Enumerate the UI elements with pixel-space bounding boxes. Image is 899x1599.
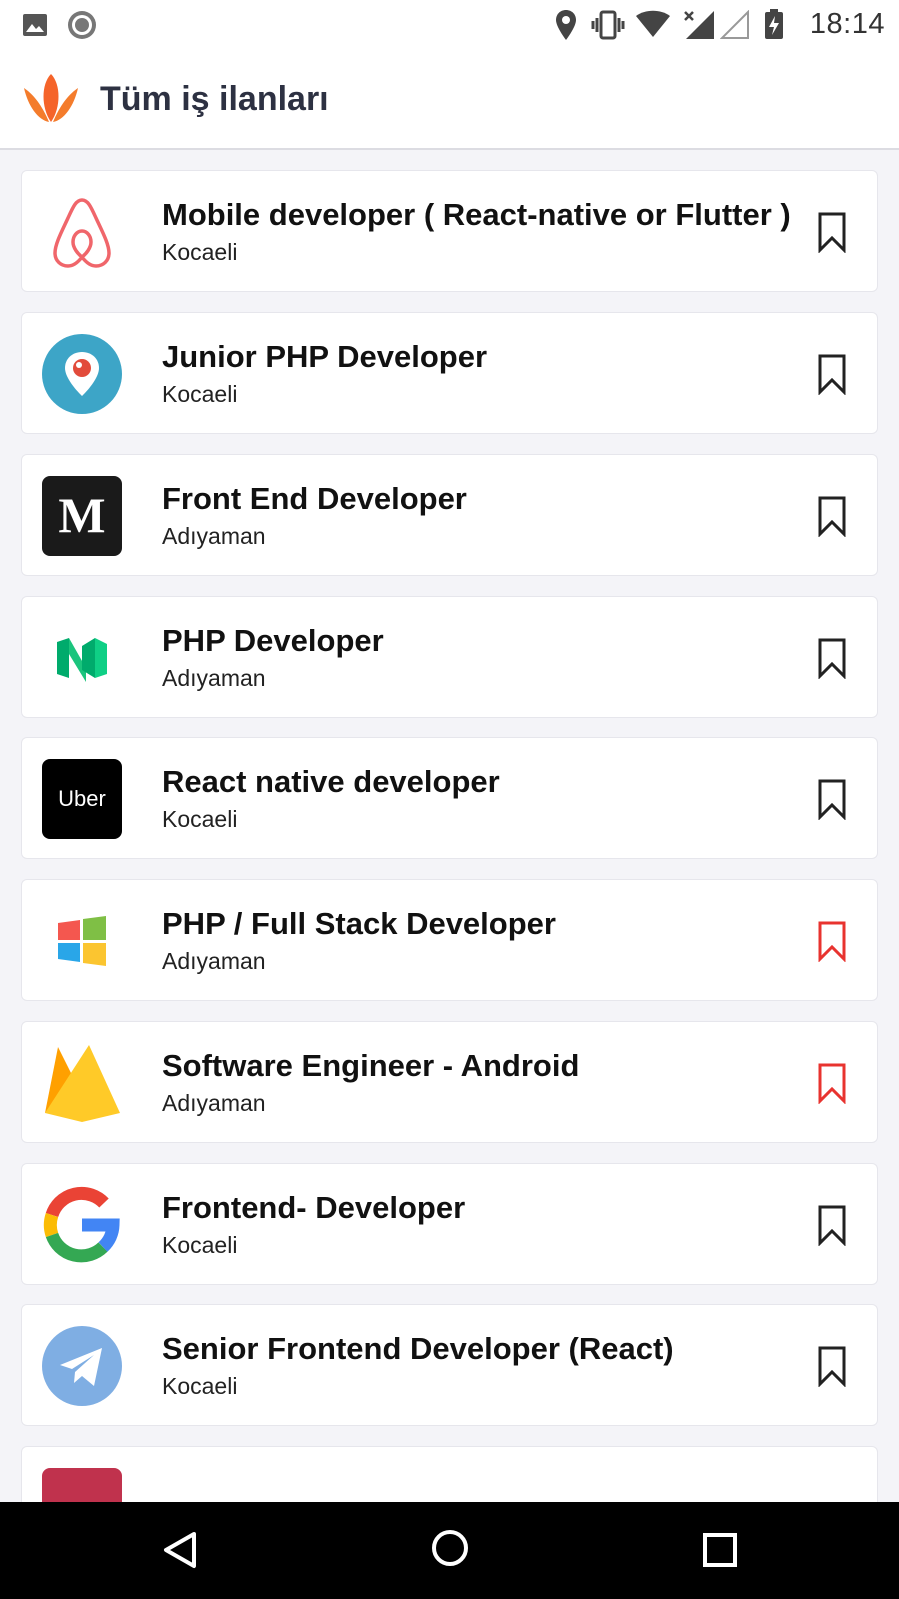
status-time: 18:14 xyxy=(809,8,885,40)
job-card[interactable]: Mobile developer ( React-native or Flutt… xyxy=(21,170,878,292)
job-location: Kocaeli xyxy=(162,381,238,407)
job-title: Junior PHP Developer xyxy=(162,339,488,374)
job-card[interactable]: Frontend- Developer Kocaeli xyxy=(21,1163,878,1285)
firebase-logo xyxy=(45,1045,120,1122)
bookmark-icon[interactable] xyxy=(817,1204,847,1246)
job-title: PHP Developer xyxy=(162,623,384,658)
home-icon[interactable] xyxy=(430,1528,470,1568)
bookmark-icon[interactable] xyxy=(817,211,847,253)
signal-icon xyxy=(684,11,714,39)
location-icon xyxy=(556,10,576,40)
bookmark-icon-active[interactable] xyxy=(817,1062,847,1104)
bookmark-icon[interactable] xyxy=(817,1345,847,1387)
job-location: Adıyaman xyxy=(162,665,266,691)
job-title: Software Engineer - Android xyxy=(162,1048,580,1083)
image-icon xyxy=(23,14,47,36)
job-location: Kocaeli xyxy=(162,1232,238,1258)
recents-icon[interactable] xyxy=(702,1532,738,1568)
job-location: Adıyaman xyxy=(162,1090,266,1116)
job-card[interactable]: PHP / Full Stack Developer Adıyaman xyxy=(21,879,878,1001)
wifi-icon xyxy=(636,10,670,37)
company-logo xyxy=(42,1468,122,1502)
job-card[interactable]: Software Engineer - Android Adıyaman xyxy=(21,1021,878,1143)
job-location: Kocaeli xyxy=(162,806,238,832)
app-bar: Tüm iş ilanları xyxy=(0,50,899,150)
job-location: Adıyaman xyxy=(162,523,266,549)
job-card[interactable]: PHP Developer Adıyaman xyxy=(21,596,878,718)
bookmark-icon[interactable] xyxy=(817,353,847,395)
periscope-logo xyxy=(42,334,122,414)
telegram-logo xyxy=(42,1326,122,1406)
uber-logo: Uber xyxy=(42,759,122,839)
job-card[interactable]: Uber React native developer Kocaeli xyxy=(21,737,878,859)
page-title: Tüm iş ilanları xyxy=(100,80,329,118)
medium-green-logo xyxy=(57,638,107,682)
job-card-partial[interactable] xyxy=(21,1446,878,1502)
job-location: Kocaeli xyxy=(162,239,238,265)
bookmark-icon-active[interactable] xyxy=(817,920,847,962)
signal-empty-icon xyxy=(720,10,749,39)
job-list[interactable]: Mobile developer ( React-native or Flutt… xyxy=(0,152,899,1502)
job-title: Frontend- Developer xyxy=(162,1190,466,1225)
svg-text:M: M xyxy=(58,487,105,543)
job-title: Front End Developer xyxy=(162,481,467,516)
status-bar: 18:14 xyxy=(0,0,899,50)
job-title: Senior Frontend Developer (React) xyxy=(162,1331,674,1366)
vibrate-icon xyxy=(591,10,625,40)
google-logo xyxy=(43,1186,120,1263)
navigation-bar xyxy=(0,1502,899,1599)
medium-logo: M xyxy=(42,476,122,556)
job-title: React native developer xyxy=(162,764,500,799)
job-title: Mobile developer ( React-native or Flutt… xyxy=(162,197,791,232)
job-card[interactable]: Junior PHP Developer Kocaeli xyxy=(21,312,878,434)
job-location: Adıyaman xyxy=(162,948,266,974)
job-title: PHP / Full Stack Developer xyxy=(162,906,556,941)
airbnb-logo xyxy=(53,198,111,268)
svg-text:Uber: Uber xyxy=(58,786,106,811)
bookmark-icon[interactable] xyxy=(817,778,847,820)
bookmark-icon[interactable] xyxy=(817,637,847,679)
job-card[interactable]: M Front End Developer Adıyaman xyxy=(21,454,878,576)
record-icon xyxy=(68,11,96,39)
back-icon[interactable] xyxy=(161,1530,199,1570)
lotus-logo-icon xyxy=(24,74,78,122)
job-location: Kocaeli xyxy=(162,1373,238,1399)
job-card[interactable]: Senior Frontend Developer (React) Kocael… xyxy=(21,1304,878,1426)
bookmark-icon[interactable] xyxy=(817,495,847,537)
windows-logo xyxy=(58,916,106,966)
battery-charging-icon xyxy=(765,9,783,39)
